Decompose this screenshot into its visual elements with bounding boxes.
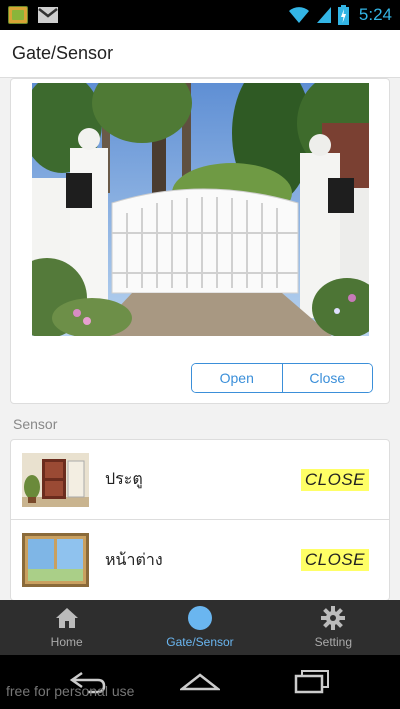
close-button[interactable]: Close [281,364,372,392]
tab-label: Setting [314,635,352,649]
gate-photo [32,83,369,336]
wifi-icon [288,7,309,23]
circle-icon [187,606,212,630]
tab-gate-sensor[interactable]: Gate/Sensor [133,600,266,655]
status-badge: CLOSE [300,468,369,491]
window-thumbnail-icon [22,533,89,587]
home-icon [55,608,78,628]
sensor-name: ประตู [105,469,143,488]
status-badge: CLOSE [300,549,369,571]
status-time: 5:24 [358,5,392,24]
gmail-icon [38,7,58,23]
watermark-text: free for personal use [6,683,135,699]
open-button[interactable]: Open [192,364,282,392]
system-navigation-bar [0,655,400,709]
tab-setting[interactable]: Setting [267,600,400,655]
recent-apps-icon[interactable] [292,667,332,695]
gate-card: Open Close [10,78,390,404]
sensor-row-door[interactable]: ประตู CLOSE [11,440,389,520]
battery-icon [337,5,349,25]
gear-icon [321,606,346,630]
app-bar: Gate/Sensor [0,30,400,78]
tab-label: Gate/Sensor [166,635,234,649]
main-content[interactable]: Open Close Sensor ประตู CLOSE หน้าต่าง C… [0,78,400,600]
status-bar: 5:24 [0,0,400,30]
sensor-section-label: Sensor [13,416,58,432]
page-title: Gate/Sensor [12,43,114,63]
home-button-icon[interactable] [180,667,220,695]
bottom-tab-bar: Home Gate/Sensor Setting [0,600,400,655]
gate-control-segment: Open Close [191,363,373,393]
signal-icon [316,7,331,23]
door-thumbnail-icon [22,452,89,507]
tab-label: Home [50,635,83,649]
tab-home[interactable]: Home [0,600,133,655]
sensor-name: หน้าต่าง [105,549,163,569]
app-notification-icon [8,6,28,24]
sensor-row-window[interactable]: หน้าต่าง CLOSE [11,520,389,600]
sensor-list: ประตู CLOSE หน้าต่าง CLOSE [10,439,390,600]
